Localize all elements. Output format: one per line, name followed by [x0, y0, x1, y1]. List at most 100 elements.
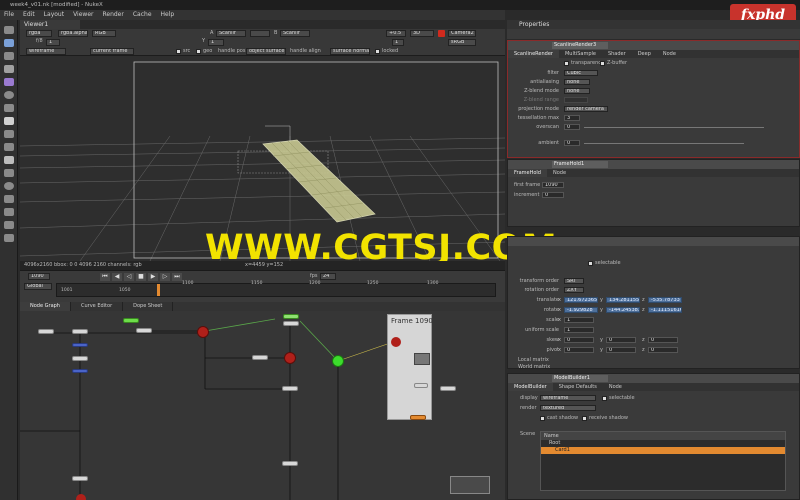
- menu-layout[interactable]: Layout: [44, 10, 64, 20]
- tab-node[interactable]: Node: [657, 50, 682, 58]
- framehold-node-name[interactable]: FrameHold1: [552, 161, 608, 168]
- node-merge[interactable]: [252, 355, 268, 360]
- node-transform[interactable]: [136, 328, 152, 333]
- scale-field[interactable]: 1: [564, 317, 594, 323]
- tab-node-graph[interactable]: Node Graph: [20, 302, 71, 311]
- backdrop-node[interactable]: [414, 383, 428, 388]
- toolsets-tool-icon[interactable]: [4, 221, 14, 229]
- next-key-icon[interactable]: ▷: [160, 273, 170, 281]
- antialiasing-dropdown[interactable]: none: [564, 79, 590, 85]
- alpha-dropdown[interactable]: rgba.alpha: [58, 30, 88, 37]
- render-dropdown[interactable]: textured: [540, 405, 596, 411]
- current-frame-field[interactable]: 1090: [28, 273, 50, 280]
- translate-x-field[interactable]: 121.672365: [564, 297, 598, 303]
- modelbuilder-node-name[interactable]: ModelBuilder1: [552, 375, 608, 382]
- tab-modelbuilder[interactable]: ModelBuilder: [508, 383, 553, 391]
- backdrop-scanline-node[interactable]: [391, 337, 401, 347]
- node-bottom[interactable]: [282, 461, 298, 466]
- first-frame-field[interactable]: 1090: [542, 182, 564, 188]
- a-input-extra[interactable]: [250, 30, 270, 37]
- gain-field[interactable]: 1: [46, 39, 60, 46]
- viewer-mode-dropdown[interactable]: 3D: [410, 30, 434, 37]
- tessellation-field[interactable]: 3: [564, 115, 580, 121]
- skew-z-field[interactable]: 0: [648, 337, 678, 343]
- display-mode-dropdown[interactable]: wireframe: [26, 48, 66, 55]
- rotate-x-field[interactable]: -1.929828: [564, 307, 598, 313]
- channels-dropdown[interactable]: rgba: [26, 30, 52, 37]
- display-dropdown[interactable]: wireframe: [540, 395, 596, 401]
- translate-z-field[interactable]: -535.78733: [648, 297, 682, 303]
- node-scene[interactable]: [282, 386, 298, 391]
- zblend-mode-dropdown[interactable]: none: [564, 88, 590, 94]
- other-tool-icon[interactable]: [4, 234, 14, 242]
- menu-cache[interactable]: Cache: [133, 10, 152, 20]
- scene-tree[interactable]: Name Root Card1: [540, 431, 786, 491]
- color-tool-icon[interactable]: [4, 91, 14, 99]
- node-graph-navigator[interactable]: [450, 476, 490, 494]
- record-icon[interactable]: [438, 30, 445, 37]
- node-card[interactable]: [283, 321, 299, 326]
- zblend-range-field[interactable]: [564, 97, 588, 103]
- node-read-2[interactable]: [72, 329, 88, 334]
- zbuffer-checkbox[interactable]: [600, 61, 605, 66]
- scene-item-root[interactable]: Root: [541, 440, 785, 447]
- transform-tool-icon[interactable]: [4, 143, 14, 151]
- mb-selectable-checkbox[interactable]: [602, 396, 607, 401]
- node-scanline-red-1[interactable]: [197, 326, 209, 338]
- overscan-field[interactable]: 0: [564, 124, 580, 130]
- draw-tool-icon[interactable]: [4, 52, 14, 60]
- tab-dope-sheet[interactable]: Dope Sheet: [123, 302, 174, 311]
- play-icon[interactable]: ▶: [148, 273, 158, 281]
- rotation-order-dropdown[interactable]: ZXY: [564, 287, 584, 293]
- node-read-3[interactable]: [72, 476, 88, 481]
- scene-item-card1[interactable]: Card1: [541, 447, 785, 454]
- node-camera[interactable]: [283, 314, 299, 319]
- prev-key-icon[interactable]: ◀: [112, 273, 122, 281]
- play-range-dropdown[interactable]: Global: [24, 283, 52, 290]
- ambient-slider[interactable]: [584, 143, 744, 144]
- viewer-tab[interactable]: Viewer1: [20, 20, 80, 29]
- menu-file[interactable]: File: [4, 10, 14, 20]
- receive-shadow-checkbox[interactable]: [582, 416, 587, 421]
- image-tool-icon[interactable]: [4, 39, 14, 47]
- framehold-backdrop[interactable]: Frame 1090: [387, 314, 433, 420]
- menu-render[interactable]: Render: [102, 10, 123, 20]
- handle-align-dropdown[interactable]: surface normal: [330, 48, 370, 55]
- metadata-tool-icon[interactable]: [4, 182, 14, 190]
- rotate-y-field[interactable]: -144.245383: [606, 307, 640, 313]
- world-matrix-toggle[interactable]: World matrix: [518, 364, 550, 371]
- node-blur-2[interactable]: [72, 369, 88, 373]
- overscan-slider[interactable]: [584, 127, 764, 128]
- skew-x-field[interactable]: 0: [564, 337, 594, 343]
- tab-framehold[interactable]: FrameHold: [508, 169, 547, 177]
- pivot-z-field[interactable]: 0: [648, 347, 678, 353]
- tab-multisample[interactable]: MultiSample: [559, 50, 602, 58]
- node-output[interactable]: [440, 386, 456, 391]
- 3d-tool-icon[interactable]: [4, 156, 14, 164]
- rotate-z-field[interactable]: -1.11151616: [648, 307, 682, 313]
- cast-shadow-checkbox[interactable]: [540, 416, 545, 421]
- node-scanline-red-2[interactable]: [284, 352, 296, 364]
- tab-shader[interactable]: Shader: [602, 50, 632, 58]
- ambient-field[interactable]: 0: [564, 140, 580, 146]
- pivot-x-field[interactable]: 0: [564, 347, 594, 353]
- increment-field[interactable]: 0: [542, 192, 564, 198]
- local-matrix-toggle[interactable]: Local matrix: [518, 357, 549, 364]
- handle-pos-dropdown[interactable]: object surface: [246, 48, 286, 55]
- time-tool-icon[interactable]: [4, 65, 14, 73]
- stop-icon[interactable]: ■: [136, 273, 146, 281]
- a-input-dropdown[interactable]: Scanlir: [216, 30, 246, 37]
- tab-framehold-node[interactable]: Node: [547, 169, 572, 177]
- transparency-checkbox[interactable]: [564, 61, 569, 66]
- filter-dropdown[interactable]: Cubic: [564, 70, 598, 76]
- tab-modelbuilder-node[interactable]: Node: [603, 383, 628, 391]
- geo-checkbox[interactable]: [196, 49, 201, 54]
- locked-checkbox[interactable]: [375, 49, 380, 54]
- last-frame-icon[interactable]: ⏭: [172, 273, 182, 281]
- node-scanline-top[interactable]: [123, 318, 139, 323]
- card-selectable-checkbox[interactable]: [588, 261, 593, 266]
- deep-tool-icon[interactable]: [4, 208, 14, 216]
- tab-scanlinerender[interactable]: ScanlineRender: [508, 50, 559, 58]
- channel-tool-icon[interactable]: [4, 78, 14, 86]
- node-viewer-green[interactable]: [332, 355, 344, 367]
